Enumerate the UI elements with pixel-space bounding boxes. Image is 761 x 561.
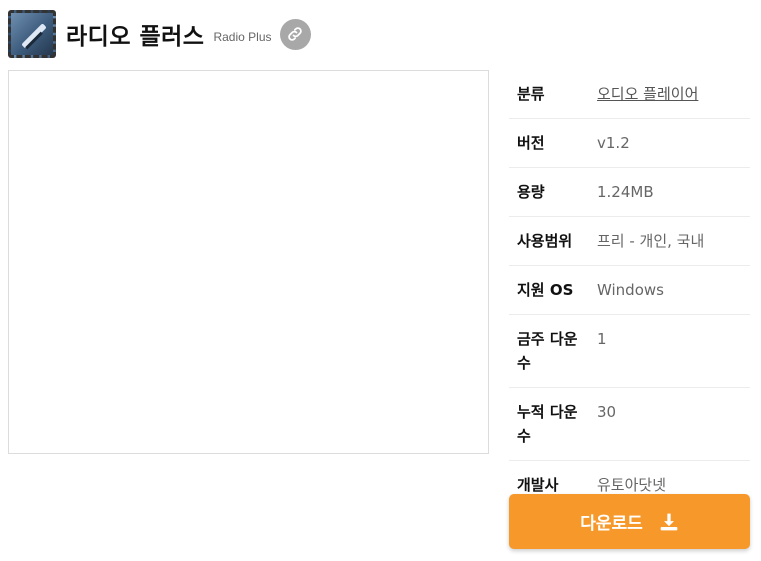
info-row-os: 지원 OS Windows: [509, 266, 750, 315]
info-value: 1.24MB: [597, 183, 654, 201]
download-icon: [660, 513, 678, 530]
info-row-size: 용량 1.24MB: [509, 168, 750, 217]
info-label: 지원 OS: [517, 281, 574, 299]
info-table: 분류 오디오 플레이어 버전 v1.2 용량 1.24MB 사용범위 프리 - …: [509, 70, 750, 509]
info-label: 사용범위: [517, 232, 573, 250]
info-label: 버전: [517, 134, 545, 152]
info-value: 30: [597, 403, 617, 421]
page-subtitle: Radio Plus: [213, 29, 272, 44]
info-row-version: 버전 v1.2: [509, 119, 750, 168]
download-button[interactable]: 다운로드: [509, 494, 750, 549]
link-icon: [288, 27, 302, 41]
info-row-total-downloads: 누적 다운수 30: [509, 388, 750, 461]
info-label: 분류: [517, 85, 545, 103]
info-value: Windows: [597, 281, 664, 299]
category-link[interactable]: 오디오 플레이어: [597, 82, 750, 106]
info-row-category: 분류 오디오 플레이어: [509, 70, 750, 119]
info-row-weekly-downloads: 금주 다운수 1: [509, 315, 750, 388]
screenshot-preview: [8, 70, 489, 454]
info-label: 금주 다운수: [517, 330, 578, 372]
info-value: 프리 - 개인, 국내: [597, 232, 705, 250]
app-icon: [8, 10, 56, 58]
info-label: 누적 다운수: [517, 403, 578, 445]
info-label: 용량: [517, 183, 545, 201]
share-link-button[interactable]: [279, 18, 311, 50]
info-value: 1: [597, 330, 607, 348]
page-title: 라디오 플러스: [66, 24, 205, 50]
page-header: 라디오 플러스 Radio Plus: [8, 10, 311, 58]
info-value: v1.2: [597, 134, 630, 152]
info-row-license: 사용범위 프리 - 개인, 국내: [509, 217, 750, 266]
download-label: 다운로드: [580, 514, 643, 534]
